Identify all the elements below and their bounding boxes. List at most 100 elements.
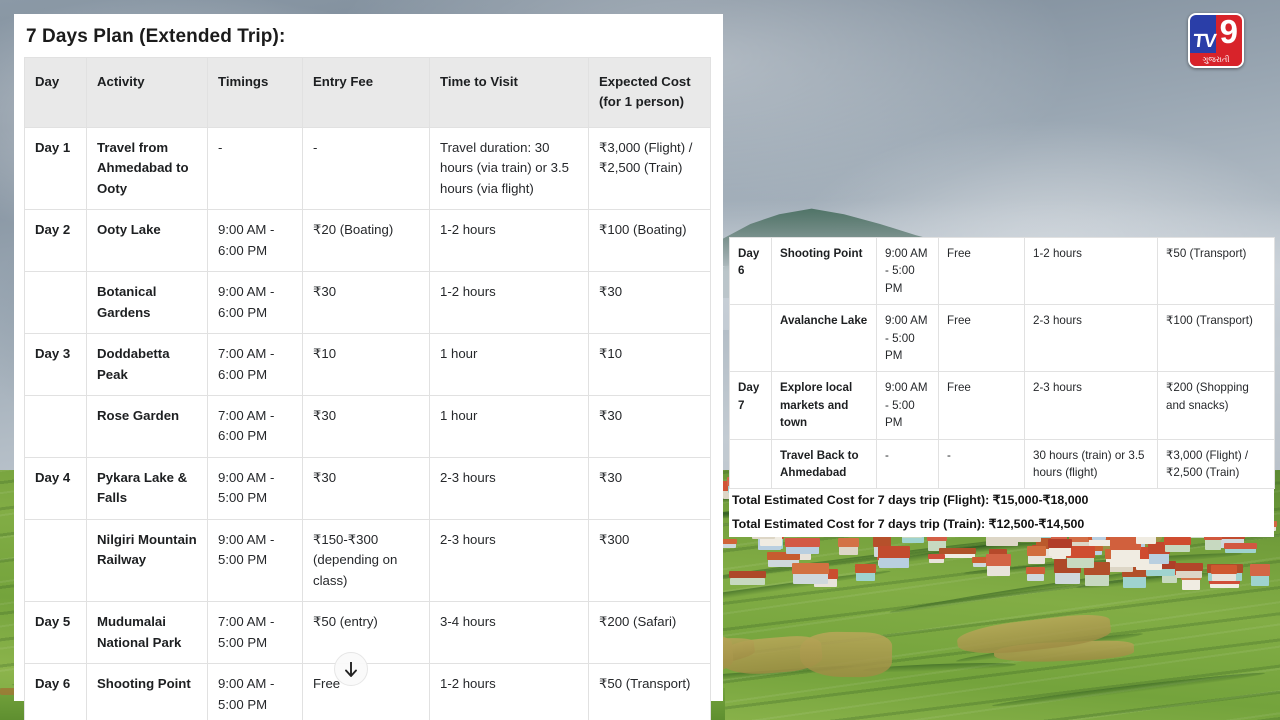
logo-tv-text: TV (1192, 31, 1217, 53)
house-wall (1182, 578, 1200, 589)
col-header-cost-line1: Expected Cost (599, 74, 691, 89)
table-row: Day 7 Explore local markets and town 9:00 … (730, 372, 1275, 439)
house-wall (1111, 548, 1140, 561)
cell-activity: Travel from Ahmedabad to Ooty (87, 127, 208, 209)
house-wall (1027, 574, 1044, 581)
cell-expected-cost: ₹300 (589, 519, 711, 601)
cell-activity: Botanical Gardens (87, 272, 208, 334)
house-roof (1026, 567, 1045, 574)
cell-expected-cost: ₹10 (589, 334, 711, 396)
table-row: Nilgiri Mountain Railway 9:00 AM - 5:00 P… (25, 519, 711, 601)
house-wall (722, 543, 736, 548)
logo-gujarati-text: ગુજરાતી (1190, 53, 1242, 66)
cell-expected-cost: ₹3,000 (Flight) / ₹2,500 (Train) (1158, 439, 1275, 489)
table-row: Botanical Gardens 9:00 AM - 6:00 PM ₹30 1-2… (25, 272, 711, 334)
table-row: Day 4 Pykara Lake & Falls 9:00 AM - 5:00 P… (25, 457, 711, 519)
house-wall (1123, 576, 1146, 589)
house-roof (721, 539, 737, 544)
house-wall (839, 546, 858, 555)
cell-entry-fee: ₹30 (303, 395, 430, 457)
cell-expected-cost: ₹50 (Transport) (589, 664, 711, 720)
cell-time-to-visit: 3-4 hours (430, 602, 589, 664)
cell-entry-fee: ₹30 (303, 457, 430, 519)
cell-time-to-visit: 2-3 hours (1025, 372, 1158, 439)
seven-day-plan-table: Day Activity Timings Entry Fee Time to V… (24, 57, 711, 720)
house-wall (786, 546, 819, 554)
cell-time-to-visit: 2-3 hours (1025, 305, 1158, 372)
house-wall (1149, 552, 1169, 563)
page-title: 7 Days Plan (Extended Trip): (14, 14, 723, 60)
house-roof (1250, 564, 1270, 576)
cell-entry-fee: ₹20 (Boating) (303, 210, 430, 272)
col-header-time-to-visit: Time to Visit (430, 58, 589, 128)
cell-timings: - (877, 439, 939, 489)
cell-timings: 7:00 AM - 6:00 PM (208, 395, 303, 457)
house-roof (972, 557, 987, 563)
house-wall (1067, 556, 1094, 567)
house-wall (1165, 544, 1190, 552)
cell-activity: Ooty Lake (87, 210, 208, 272)
house-roof (1175, 563, 1203, 571)
cell-time-to-visit: 1 hour (430, 395, 589, 457)
house-roof (1211, 565, 1237, 574)
cell-timings: 9:00 AM - 5:00 PM (208, 519, 303, 601)
table-row: Travel Back to Ahmedabad - -30 hours (trai… (730, 439, 1275, 489)
cell-activity: Doddabetta Peak (87, 334, 208, 396)
house-roof (729, 571, 766, 578)
logo-nine-text: 9 (1220, 15, 1238, 49)
cell-activity: Explore local markets and town (772, 372, 877, 439)
house-roof (1164, 537, 1191, 545)
cell-activity: Nilgiri Mountain Railway (87, 519, 208, 601)
cell-expected-cost: ₹200 (Shopping and snacks) (1158, 372, 1275, 439)
total-cost-summary: Total Estimated Cost for 7 days trip (Fl… (729, 489, 1274, 537)
house-roof (1048, 539, 1072, 548)
house-roof (986, 554, 1011, 566)
cell-time-to-visit: 2-3 hours (430, 519, 589, 601)
total-cost-line-2: Total Estimated Cost for 7 days trip (Tr… (729, 513, 1274, 537)
house-wall (973, 562, 986, 567)
cell-entry-fee: ₹150-₹300 (depending on class) (303, 519, 430, 601)
cell-expected-cost: ₹30 (589, 395, 711, 457)
cell-day (730, 305, 772, 372)
cell-entry-fee: ₹30 (303, 272, 430, 334)
house-roof (939, 548, 976, 554)
house-roof (928, 554, 945, 559)
house-wall (856, 572, 875, 581)
house-wall (1212, 573, 1236, 581)
cell-timings: 9:00 AM - 5:00 PM (208, 457, 303, 519)
cell-activity: Shooting Point (772, 238, 877, 305)
cell-activity: Mudumalai National Park (87, 602, 208, 664)
house-wall (1055, 571, 1080, 584)
cell-entry-fee: ₹50 (entry) (303, 602, 430, 664)
house-wall (1225, 548, 1256, 553)
cell-expected-cost: ₹50 (Transport) (1158, 238, 1275, 305)
cell-expected-cost: ₹3,000 (Flight) / ₹2,500 (Train) (589, 127, 711, 209)
house-wall (987, 564, 1010, 575)
cell-timings: 9:00 AM - 5:00 PM (877, 305, 939, 372)
cell-day: Day 7 (730, 372, 772, 439)
table-header-row: Day Activity Timings Entry Fee Time to V… (25, 58, 711, 128)
cell-activity: Avalanche Lake (772, 305, 877, 372)
table-row: Day 2 Ooty Lake 9:00 AM - 6:00 PM ₹20 (Boat… (25, 210, 711, 272)
cell-expected-cost: ₹200 (Safari) (589, 602, 711, 664)
cell-time-to-visit: 1-2 hours (1025, 238, 1158, 305)
screenshot-root: TV 9 ગુજરાતી 7 Days Plan (Extended Trip)… (0, 0, 1280, 720)
table-row: Day 5 Mudumalai National Park 7:00 AM - 5:… (25, 602, 711, 664)
cell-day: Day 2 (25, 210, 87, 272)
cell-day: Day 4 (25, 457, 87, 519)
cell-entry-fee: Free (939, 372, 1025, 439)
overlay-table-body: Day 6 Shooting Point 9:00 AM - 5:00 PM Free… (730, 238, 1275, 489)
col-header-cost-line2: (for 1 person) (599, 94, 684, 109)
cell-timings: 7:00 AM - 5:00 PM (208, 602, 303, 664)
cell-entry-fee: - (303, 127, 430, 209)
col-header-expected-cost: Expected Cost (for 1 person) (589, 58, 711, 128)
house-roof (792, 563, 829, 574)
download-button[interactable] (334, 652, 368, 686)
house-wall (730, 578, 765, 585)
cell-timings: 9:00 AM - 6:00 PM (208, 210, 303, 272)
download-arrow-icon (343, 661, 359, 678)
col-header-activity: Activity (87, 58, 208, 128)
cell-timings: 9:00 AM - 5:00 PM (208, 664, 303, 720)
cell-timings: 9:00 AM - 5:00 PM (877, 372, 939, 439)
cell-timings: 9:00 AM - 5:00 PM (877, 238, 939, 305)
